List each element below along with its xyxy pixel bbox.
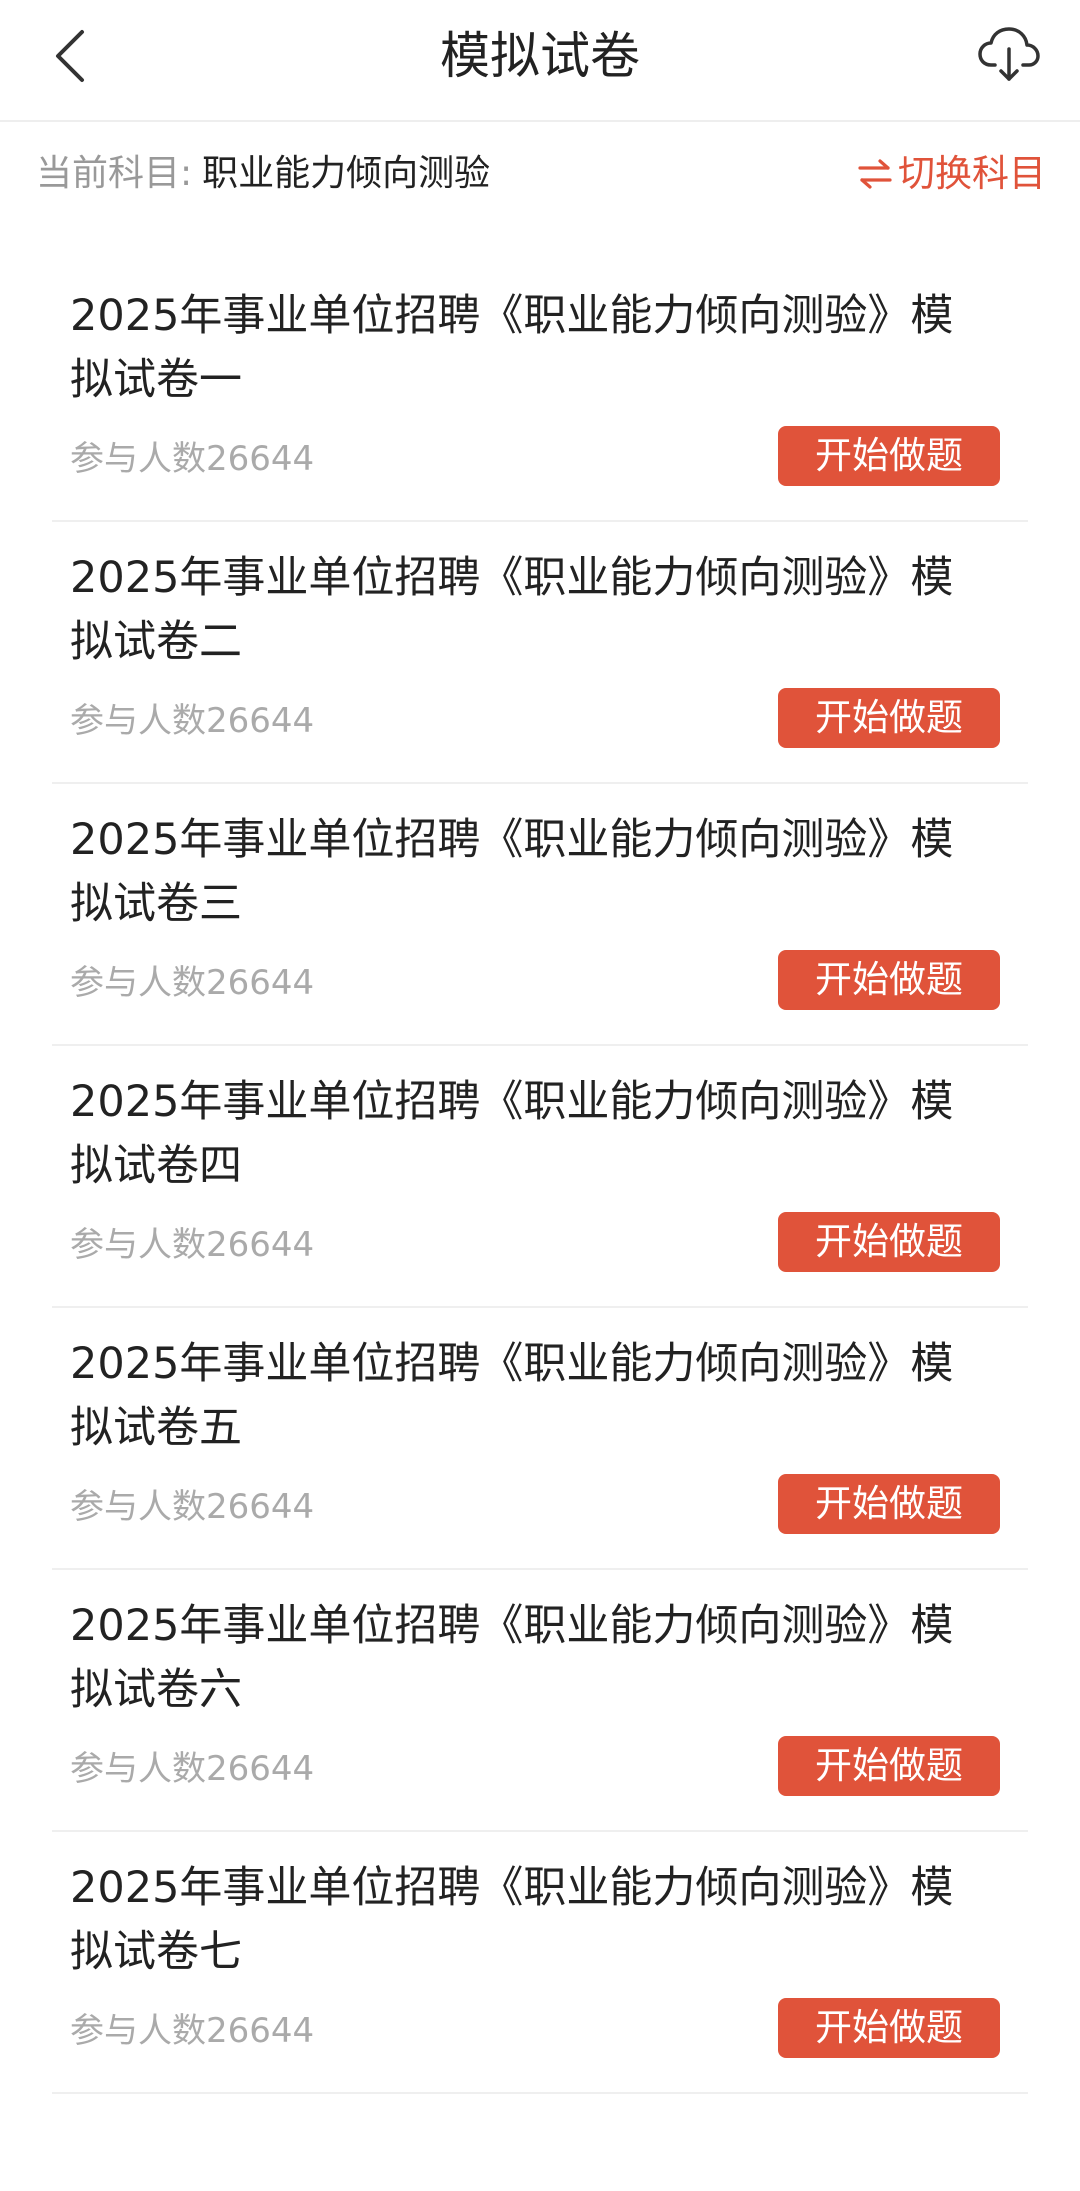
switch-subject-label: 切换科目 [898,152,1046,195]
participant-count: 参与人数26644 [70,439,315,479]
participant-count: 参与人数26644 [70,1749,315,1789]
paper-title: 2025年事业单位招聘《职业能力倾向测验》模拟试卷六 [70,1601,954,1715]
start-quiz-button[interactable]: 开始做题 [778,1736,1000,1796]
list-item[interactable]: 2025年事业单位招聘《职业能力倾向测验》模拟试卷二 参与人数26644 开始做… [52,522,1028,784]
paper-title: 2025年事业单位招聘《职业能力倾向测验》模拟试卷三 [70,815,954,929]
list-item[interactable]: 2025年事业单位招聘《职业能力倾向测验》模拟试卷三 参与人数26644 开始做… [52,784,1028,1046]
participant-count: 参与人数26644 [70,963,315,1003]
start-quiz-button[interactable]: 开始做题 [778,950,1000,1010]
paper-title: 2025年事业单位招聘《职业能力倾向测验》模拟试卷一 [70,291,954,405]
start-quiz-button[interactable]: 开始做题 [778,426,1000,486]
paper-title: 2025年事业单位招聘《职业能力倾向测验》模拟试卷五 [70,1339,954,1453]
participant-count: 参与人数26644 [70,2011,315,2051]
current-subject-bar: 当前科目: 职业能力倾向测验 切换科目 [0,122,1080,226]
swap-arrows-icon [858,159,892,189]
list-item[interactable]: 2025年事业单位招聘《职业能力倾向测验》模拟试卷七 参与人数26644 开始做… [52,1832,1028,2094]
start-quiz-button[interactable]: 开始做题 [778,1998,1000,2058]
cloud-download-icon [978,27,1040,81]
paper-title: 2025年事业单位招聘《职业能力倾向测验》模拟试卷四 [70,1077,954,1191]
participant-count: 参与人数26644 [70,1225,315,1265]
list-item[interactable]: 2025年事业单位招聘《职业能力倾向测验》模拟试卷六 参与人数26644 开始做… [52,1570,1028,1832]
current-subject-label: 当前科目: [36,153,193,194]
list-item[interactable]: 2025年事业单位招聘《职业能力倾向测验》模拟试卷四 参与人数26644 开始做… [52,1046,1028,1308]
page-title: 模拟试卷 [440,27,640,85]
list-item[interactable]: 2025年事业单位招聘《职业能力倾向测验》模拟试卷五 参与人数26644 开始做… [52,1308,1028,1570]
paper-title: 2025年事业单位招聘《职业能力倾向测验》模拟试卷七 [70,1863,954,1977]
start-quiz-button[interactable]: 开始做题 [778,1474,1000,1534]
top-bar: 模拟试卷 [0,0,1080,122]
current-subject-name: 职业能力倾向测验 [202,153,491,194]
start-quiz-button[interactable]: 开始做题 [778,688,1000,748]
paper-title: 2025年事业单位招聘《职业能力倾向测验》模拟试卷二 [70,553,954,667]
switch-subject-button[interactable]: 切换科目 [858,122,1046,226]
download-button[interactable] [972,18,1046,92]
participant-count: 参与人数26644 [70,1487,315,1527]
paper-list: 2025年事业单位招聘《职业能力倾向测验》模拟试卷一 参与人数26644 开始做… [0,260,1080,2094]
start-quiz-button[interactable]: 开始做题 [778,1212,1000,1272]
list-item[interactable]: 2025年事业单位招聘《职业能力倾向测验》模拟试卷一 参与人数26644 开始做… [52,260,1028,522]
participant-count: 参与人数26644 [70,701,315,741]
